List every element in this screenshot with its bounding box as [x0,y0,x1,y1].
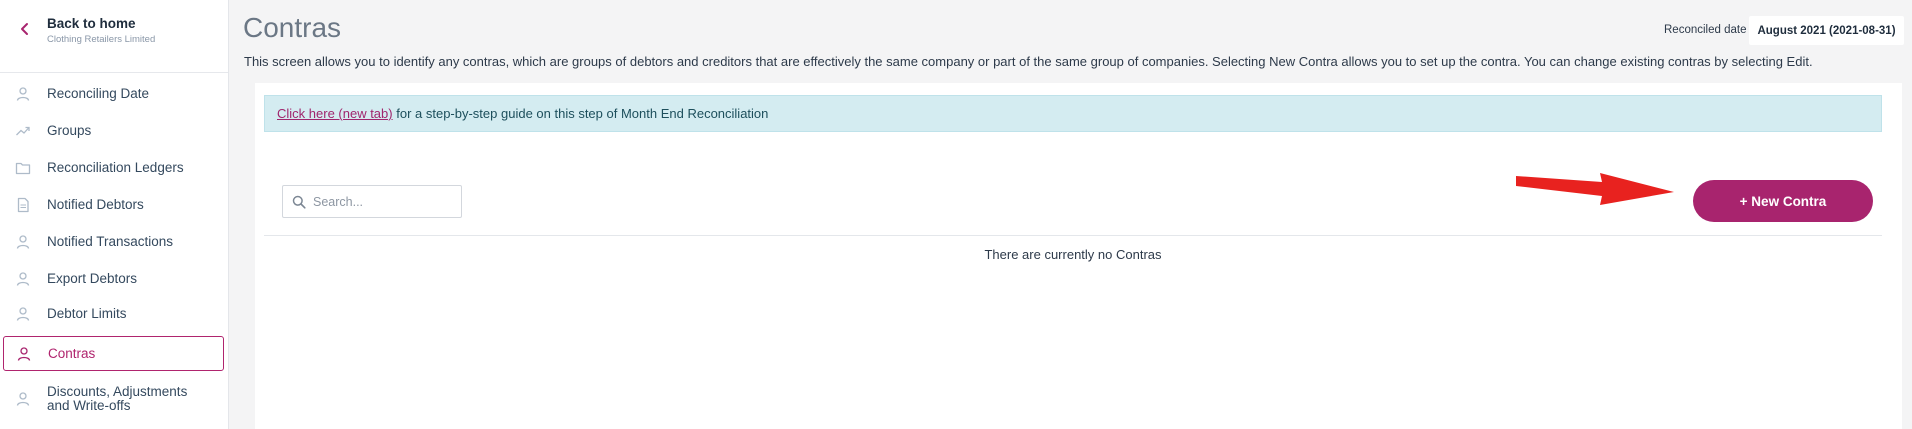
reconciled-date-label: Reconciled date [1664,24,1747,36]
new-contra-button[interactable]: + New Contra [1693,180,1873,222]
user-icon [16,235,30,249]
divider [264,235,1882,236]
sidebar-item-label: Export Debtors [47,271,138,286]
sidebar-item-export-debtors[interactable]: Export Debtors [3,261,224,297]
sidebar-item-debtor-limits[interactable]: Debtor Limits [3,296,224,332]
chevron-left-icon [21,23,28,35]
empty-state-message: There are currently no Contras [984,247,1162,262]
sidebar-item-label: Groups [47,123,92,138]
folder-icon [15,162,31,175]
back-to-home-title: Back to home [47,16,136,31]
guide-link[interactable]: Click here (new tab) [277,106,393,121]
trending-up-icon [16,126,30,136]
sidebar-item-notified-debtors[interactable]: Notified Debtors [3,187,224,223]
sidebar-item-reconciliation-ledgers[interactable]: Reconciliation Ledgers [3,150,224,186]
guide-info-banner: Click here (new tab) for a step-by-step … [264,95,1882,132]
company-name: Clothing Retailers Limited [47,34,156,45]
sidebar-item-notified-transactions[interactable]: Notified Transactions [3,224,224,260]
sidebar-item-label: Notified Transactions [47,234,174,249]
page-description: This screen allows you to identify any c… [244,54,1813,69]
sidebar: Back to home Clothing Retailers Limited … [0,0,229,429]
sidebar-item-reconciling-date[interactable]: Reconciling Date [3,76,224,112]
user-icon [17,346,31,361]
search-icon [292,195,306,209]
back-to-home-link[interactable]: Back to home Clothing Retailers Limited [0,0,228,73]
user-icon [16,392,30,406]
page-title: Contras [243,12,342,43]
user-icon [16,272,30,286]
sidebar-item-contras[interactable]: Contras [3,336,224,371]
sidebar-item-label: Reconciling Date [47,86,150,101]
guide-text: for a step-by-step guide on this step of… [392,106,769,121]
sidebar-item-label: Discounts, Adjustments and Write-offs [47,384,188,413]
user-icon [16,87,30,101]
document-icon [17,197,29,213]
sidebar-item-label: Debtor Limits [47,306,127,321]
search-input[interactable] [313,186,458,217]
sidebar-item-discounts-adjustments[interactable]: Discounts, Adjustments and Write-offs [3,379,224,419]
search-box[interactable] [282,185,462,218]
red-arrow-annotation [1516,173,1674,205]
sidebar-item-label: Reconciliation Ledgers [47,160,184,175]
contras-panel: Click here (new tab) for a step-by-step … [255,83,1902,429]
sidebar-item-label: Notified Debtors [47,197,144,212]
user-icon [16,307,30,321]
sidebar-item-groups[interactable]: Groups [3,113,224,149]
sidebar-item-label: Contras [48,345,96,361]
reconciled-date-value: August 2021 (2021-08-31) [1749,16,1904,45]
